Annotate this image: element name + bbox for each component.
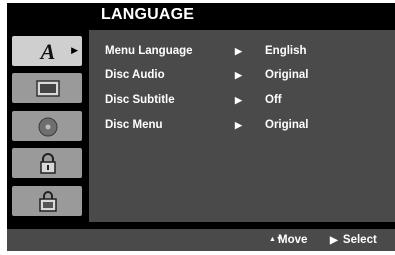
display-icon bbox=[36, 80, 60, 97]
tab-lock[interactable] bbox=[12, 148, 82, 178]
move-hint: ▲▼Move bbox=[269, 229, 307, 251]
menu-row-disc-subtitle[interactable]: Disc Subtitle ▶ Off bbox=[89, 90, 395, 110]
active-tab-arrow-icon: ▶ bbox=[71, 45, 78, 55]
right-arrow-icon: ▶ bbox=[235, 46, 242, 56]
move-hint-label: Move bbox=[278, 234, 308, 246]
select-hint: ▶ Select bbox=[330, 229, 377, 251]
menu-row-label: Disc Subtitle bbox=[105, 94, 175, 106]
tab-display[interactable] bbox=[12, 73, 82, 103]
others-icon bbox=[39, 191, 57, 212]
lock-icon bbox=[40, 153, 56, 174]
menu-row-value: Original bbox=[265, 119, 309, 131]
page-title: LANGUAGE bbox=[101, 6, 195, 23]
tab-audio[interactable] bbox=[12, 111, 82, 141]
svg-text:A: A bbox=[39, 40, 56, 62]
menu-row-label: Menu Language bbox=[105, 45, 193, 57]
menu-row-disc-audio[interactable]: Disc Audio ▶ Original bbox=[89, 65, 395, 85]
tab-others[interactable] bbox=[12, 186, 82, 216]
menu-row-label: Disc Menu bbox=[105, 119, 163, 131]
menu-row-value: Off bbox=[265, 94, 282, 106]
tab-language[interactable]: A ▶ bbox=[12, 36, 82, 66]
footer-hint-bar: ▲▼Move ▶ Select bbox=[7, 229, 395, 251]
language-icon: A bbox=[39, 40, 56, 62]
right-arrow-icon: ▶ bbox=[235, 95, 242, 105]
menu-row-value: English bbox=[265, 45, 307, 57]
menu-row-menu-language[interactable]: Menu Language ▶ English bbox=[89, 41, 395, 61]
right-arrow-icon: ▶ bbox=[330, 235, 338, 246]
menu-row-disc-menu[interactable]: Disc Menu ▶ Original bbox=[89, 115, 395, 135]
menu-row-value: Original bbox=[265, 69, 309, 81]
select-hint-label: Select bbox=[342, 234, 377, 246]
right-arrow-icon: ▶ bbox=[235, 70, 242, 80]
up-down-arrow-icon: ▲▼ bbox=[269, 235, 283, 243]
settings-panel: Menu Language ▶ English Disc Audio ▶ Ori… bbox=[89, 30, 395, 222]
right-arrow-icon: ▶ bbox=[235, 120, 242, 130]
menu-row-label: Disc Audio bbox=[105, 69, 165, 81]
audio-disc-icon bbox=[38, 117, 58, 137]
